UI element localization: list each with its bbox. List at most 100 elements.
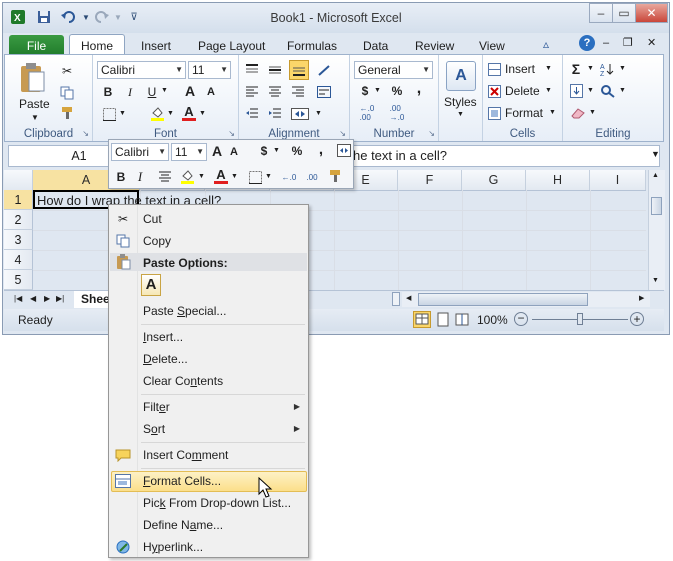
font-name-combo[interactable]: Calibri ▼ [97, 61, 186, 79]
clear-icon[interactable] [569, 105, 587, 121]
page-layout-view-icon[interactable] [435, 312, 451, 330]
scroll-left-icon[interactable]: ◀ [406, 294, 411, 302]
borders-dropdown-icon[interactable]: ▼ [119, 110, 126, 117]
column-header-g[interactable]: G [462, 170, 526, 190]
decrease-decimal-button[interactable]: .00 →.0 [386, 104, 408, 122]
mini-currency-button[interactable]: $ [257, 143, 271, 159]
row-header-5[interactable]: 5 [4, 270, 33, 290]
zoom-in-icon[interactable]: + [630, 312, 644, 326]
workbook-close-icon[interactable]: ✕ [647, 36, 656, 49]
bottom-align-icon[interactable] [289, 60, 309, 80]
workbook-minimize-icon[interactable]: – [603, 37, 609, 49]
paste-dropdown-icon[interactable]: ▼ [31, 113, 39, 122]
bold-button[interactable]: B [101, 84, 115, 100]
clipboard-launcher-icon[interactable]: ↘ [82, 129, 89, 138]
tab-review[interactable]: Review [415, 39, 454, 53]
align-right-icon[interactable] [289, 83, 307, 101]
last-sheet-icon[interactable]: ▶| [56, 294, 64, 303]
sort-filter-dropdown-icon[interactable]: ▼ [619, 65, 626, 72]
mini-font-color-icon[interactable]: A [213, 167, 229, 185]
select-all-corner[interactable] [4, 170, 33, 190]
mini-fill-dropdown-icon[interactable]: ▼ [198, 173, 205, 180]
delete-cells-icon[interactable] [487, 84, 501, 98]
tab-formulas[interactable]: Formulas [287, 39, 337, 53]
format-cells-icon[interactable] [487, 106, 501, 120]
mini-format-painter-icon[interactable] [327, 168, 343, 184]
zoom-level[interactable]: 100% [477, 313, 508, 327]
tab-insert[interactable]: Insert [141, 39, 171, 53]
delete-cells-dropdown-icon[interactable]: ▼ [545, 87, 552, 94]
align-center-icon[interactable] [266, 83, 284, 101]
find-select-dropdown-icon[interactable]: ▼ [619, 87, 626, 94]
horizontal-scrollbar[interactable]: ◀ ▶ [402, 292, 650, 307]
currency-button[interactable]: $ [358, 83, 372, 99]
mini-percent-button[interactable]: % [290, 143, 304, 159]
mini-grow-font-button[interactable]: A [210, 142, 224, 160]
menu-item-delete[interactable]: Delete... [143, 352, 188, 366]
close-icon[interactable]: ✕ [635, 3, 668, 23]
autosum-dropdown-icon[interactable]: ▼ [587, 65, 594, 72]
mini-borders-icon[interactable] [247, 169, 263, 185]
zoom-out-icon[interactable]: − [514, 312, 528, 326]
grow-font-button[interactable]: A [183, 83, 197, 99]
menu-item-paste-special[interactable]: Paste Special... [143, 304, 226, 318]
fill-icon[interactable] [569, 83, 583, 99]
row-header-4[interactable]: 4 [4, 250, 33, 270]
minimize-ribbon-icon[interactable]: ▵ [543, 37, 549, 51]
menu-item-hyperlink[interactable]: Hyperlink... [143, 540, 203, 554]
italic-button[interactable]: I [123, 84, 137, 100]
styles-dropdown-icon[interactable]: ▼ [457, 111, 464, 118]
font-size-combo[interactable]: 11 ▼ [188, 61, 231, 79]
menu-item-cut[interactable]: Cut [143, 212, 162, 226]
mini-borders-dropdown-icon[interactable]: ▼ [265, 173, 272, 180]
scroll-up-icon[interactable]: ▲ [652, 172, 659, 179]
help-icon[interactable]: ? [579, 35, 595, 51]
paste-keep-formatting-button[interactable]: A [141, 274, 161, 296]
column-header-f[interactable]: F [398, 170, 462, 190]
insert-cells-dropdown-icon[interactable]: ▼ [545, 65, 552, 72]
row-header-1[interactable]: 1 [4, 190, 33, 210]
format-dropdown-icon[interactable]: ▼ [549, 109, 556, 116]
find-select-icon[interactable] [599, 83, 617, 99]
mini-font-combo[interactable]: Calibri ▼ [111, 143, 169, 161]
decrease-indent-icon[interactable] [243, 105, 261, 123]
page-break-view-icon[interactable] [454, 312, 470, 330]
mini-bold-button[interactable]: B [114, 169, 128, 185]
mini-comma-button[interactable]: , [314, 141, 328, 158]
number-launcher-icon[interactable]: ↘ [428, 129, 435, 138]
copy-icon[interactable] [59, 85, 75, 101]
clear-dropdown-icon[interactable]: ▼ [589, 109, 596, 116]
menu-item-clear-contents[interactable]: Clear Contents [143, 374, 223, 388]
mini-italic-button[interactable]: I [133, 169, 147, 185]
cut-icon[interactable]: ✂ [59, 63, 75, 79]
menu-item-define-name[interactable]: Define Name... [143, 518, 223, 532]
menu-item-format-cells[interactable]: Format Cells... [143, 474, 221, 488]
mini-center-icon[interactable] [157, 169, 173, 185]
next-sheet-icon[interactable]: ▶ [44, 294, 50, 303]
row-header-2[interactable]: 2 [4, 210, 33, 230]
increase-indent-icon[interactable] [266, 105, 284, 123]
styles-button[interactable]: Styles [444, 95, 477, 109]
font-color-dropdown-icon[interactable]: ▼ [199, 110, 206, 117]
delete-cells-button[interactable]: Delete [505, 84, 540, 98]
menu-item-filter[interactable]: Filter [143, 400, 170, 414]
vertical-scrollbar[interactable]: ▲ ▼ [648, 170, 665, 290]
column-header-h[interactable]: H [526, 170, 590, 190]
currency-dropdown-icon[interactable]: ▼ [374, 87, 381, 94]
comma-button[interactable]: , [412, 80, 426, 97]
scroll-down-icon[interactable]: ▼ [652, 277, 659, 284]
align-left-icon[interactable] [243, 83, 261, 101]
mini-size-combo[interactable]: 11 ▼ [171, 143, 207, 161]
format-button[interactable]: Format [505, 106, 543, 120]
prev-sheet-icon[interactable]: ◀ [30, 294, 36, 303]
borders-icon[interactable] [101, 106, 117, 122]
merge-dropdown-icon[interactable]: ▼ [315, 110, 322, 117]
menu-item-insert[interactable]: Insert... [143, 330, 183, 344]
orientation-icon[interactable] [315, 61, 333, 79]
mini-currency-dropdown-icon[interactable]: ▼ [273, 147, 280, 154]
menu-item-copy[interactable]: Copy [143, 234, 171, 248]
mini-increase-decimal-icon[interactable]: ←.0 [279, 169, 299, 185]
menu-item-insert-comment[interactable]: Insert Comment [143, 448, 228, 462]
middle-align-icon[interactable] [266, 61, 284, 79]
insert-cells-icon[interactable] [487, 62, 501, 76]
